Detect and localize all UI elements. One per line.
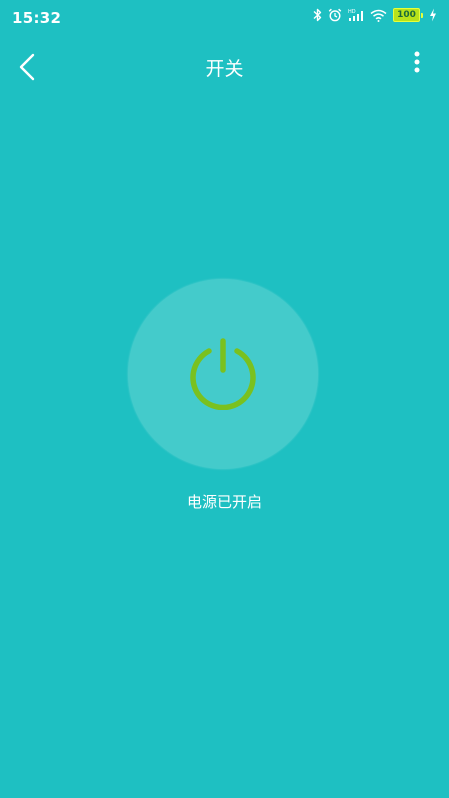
svg-text:HD: HD — [348, 9, 356, 15]
bluetooth-icon — [313, 8, 322, 22]
page-title: 开关 — [205, 58, 244, 80]
more-vertical-icon — [414, 51, 420, 73]
power-icon — [190, 338, 256, 410]
power-status-text: 电源已开启 — [186, 493, 262, 511]
battery-icon: 100 — [393, 8, 423, 22]
more-button[interactable] — [409, 50, 425, 76]
nav-bar: 开关 — [0, 34, 449, 98]
alarm-icon — [328, 8, 342, 22]
charging-icon — [430, 8, 436, 22]
battery-cap — [421, 12, 423, 18]
status-time: 15:32 — [12, 9, 62, 27]
hd-signal-icon: HD — [348, 9, 363, 21]
status-icons: HD 100 — [313, 6, 437, 24]
switch-screen: 15:32 HD 100 开关 电源已开启 — [0, 0, 449, 798]
status-bar: 15:32 HD 100 — [0, 0, 449, 34]
battery-level: 100 — [393, 8, 420, 22]
power-toggle-button[interactable] — [128, 279, 318, 469]
wifi-icon — [370, 9, 387, 22]
